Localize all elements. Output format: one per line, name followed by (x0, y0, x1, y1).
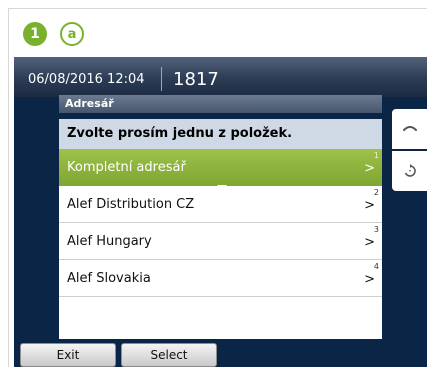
hang-up-button[interactable] (392, 109, 427, 149)
directory-list: Kompletní adresář 1 > Alef Distribution … (59, 149, 382, 339)
select-button[interactable]: Select (121, 343, 217, 367)
list-item-alef-slovakia[interactable]: Alef Slovakia 4 > (59, 260, 382, 297)
phone-screen: 06/08/2016 12:04 1817 Adresář Zvolte pro… (14, 57, 427, 367)
list-item-number: 3 (373, 225, 379, 234)
list-item-number: 4 (373, 262, 379, 271)
list-item-label: Kompletní adresář (67, 160, 186, 175)
datetime-display: 06/08/2016 12:04 (28, 72, 145, 87)
list-item-label: Alef Distribution CZ (67, 197, 195, 212)
softkey-bar: Exit Select (14, 343, 427, 367)
dialog-title: Adresář (59, 95, 382, 113)
chevron-right-icon: > (364, 198, 375, 213)
handset-icon (402, 126, 417, 131)
directory-dialog: Adresář Zvolte prosím jednu z položek. K… (59, 95, 382, 339)
list-item-complete-directory[interactable]: Kompletní adresář 1 > (59, 149, 382, 190)
list-item-number: 2 (373, 188, 379, 197)
redial-icon (404, 164, 416, 177)
list-item-alef-distribution-cz[interactable]: Alef Distribution CZ 2 > (59, 186, 382, 223)
list-item-number: 1 (373, 151, 379, 160)
list-item-label: Alef Hungary (67, 234, 152, 249)
exit-button[interactable]: Exit (20, 343, 116, 367)
step-letter-badge: a (60, 22, 84, 46)
list-item-alef-hungary[interactable]: Alef Hungary 3 > (59, 223, 382, 260)
status-divider (161, 67, 162, 91)
list-item-label: Alef Slovakia (67, 271, 151, 286)
chevron-right-icon: > (364, 272, 375, 287)
step-number-badge: 1 (23, 22, 47, 46)
dialog-prompt: Zvolte prosím jednu z položek. (59, 119, 382, 149)
status-bar: 06/08/2016 12:04 1817 (14, 57, 427, 97)
chevron-right-icon: > (364, 161, 375, 176)
chevron-right-icon: > (364, 235, 375, 250)
extension-number: 1817 (173, 69, 219, 90)
redial-button[interactable] (392, 151, 427, 191)
